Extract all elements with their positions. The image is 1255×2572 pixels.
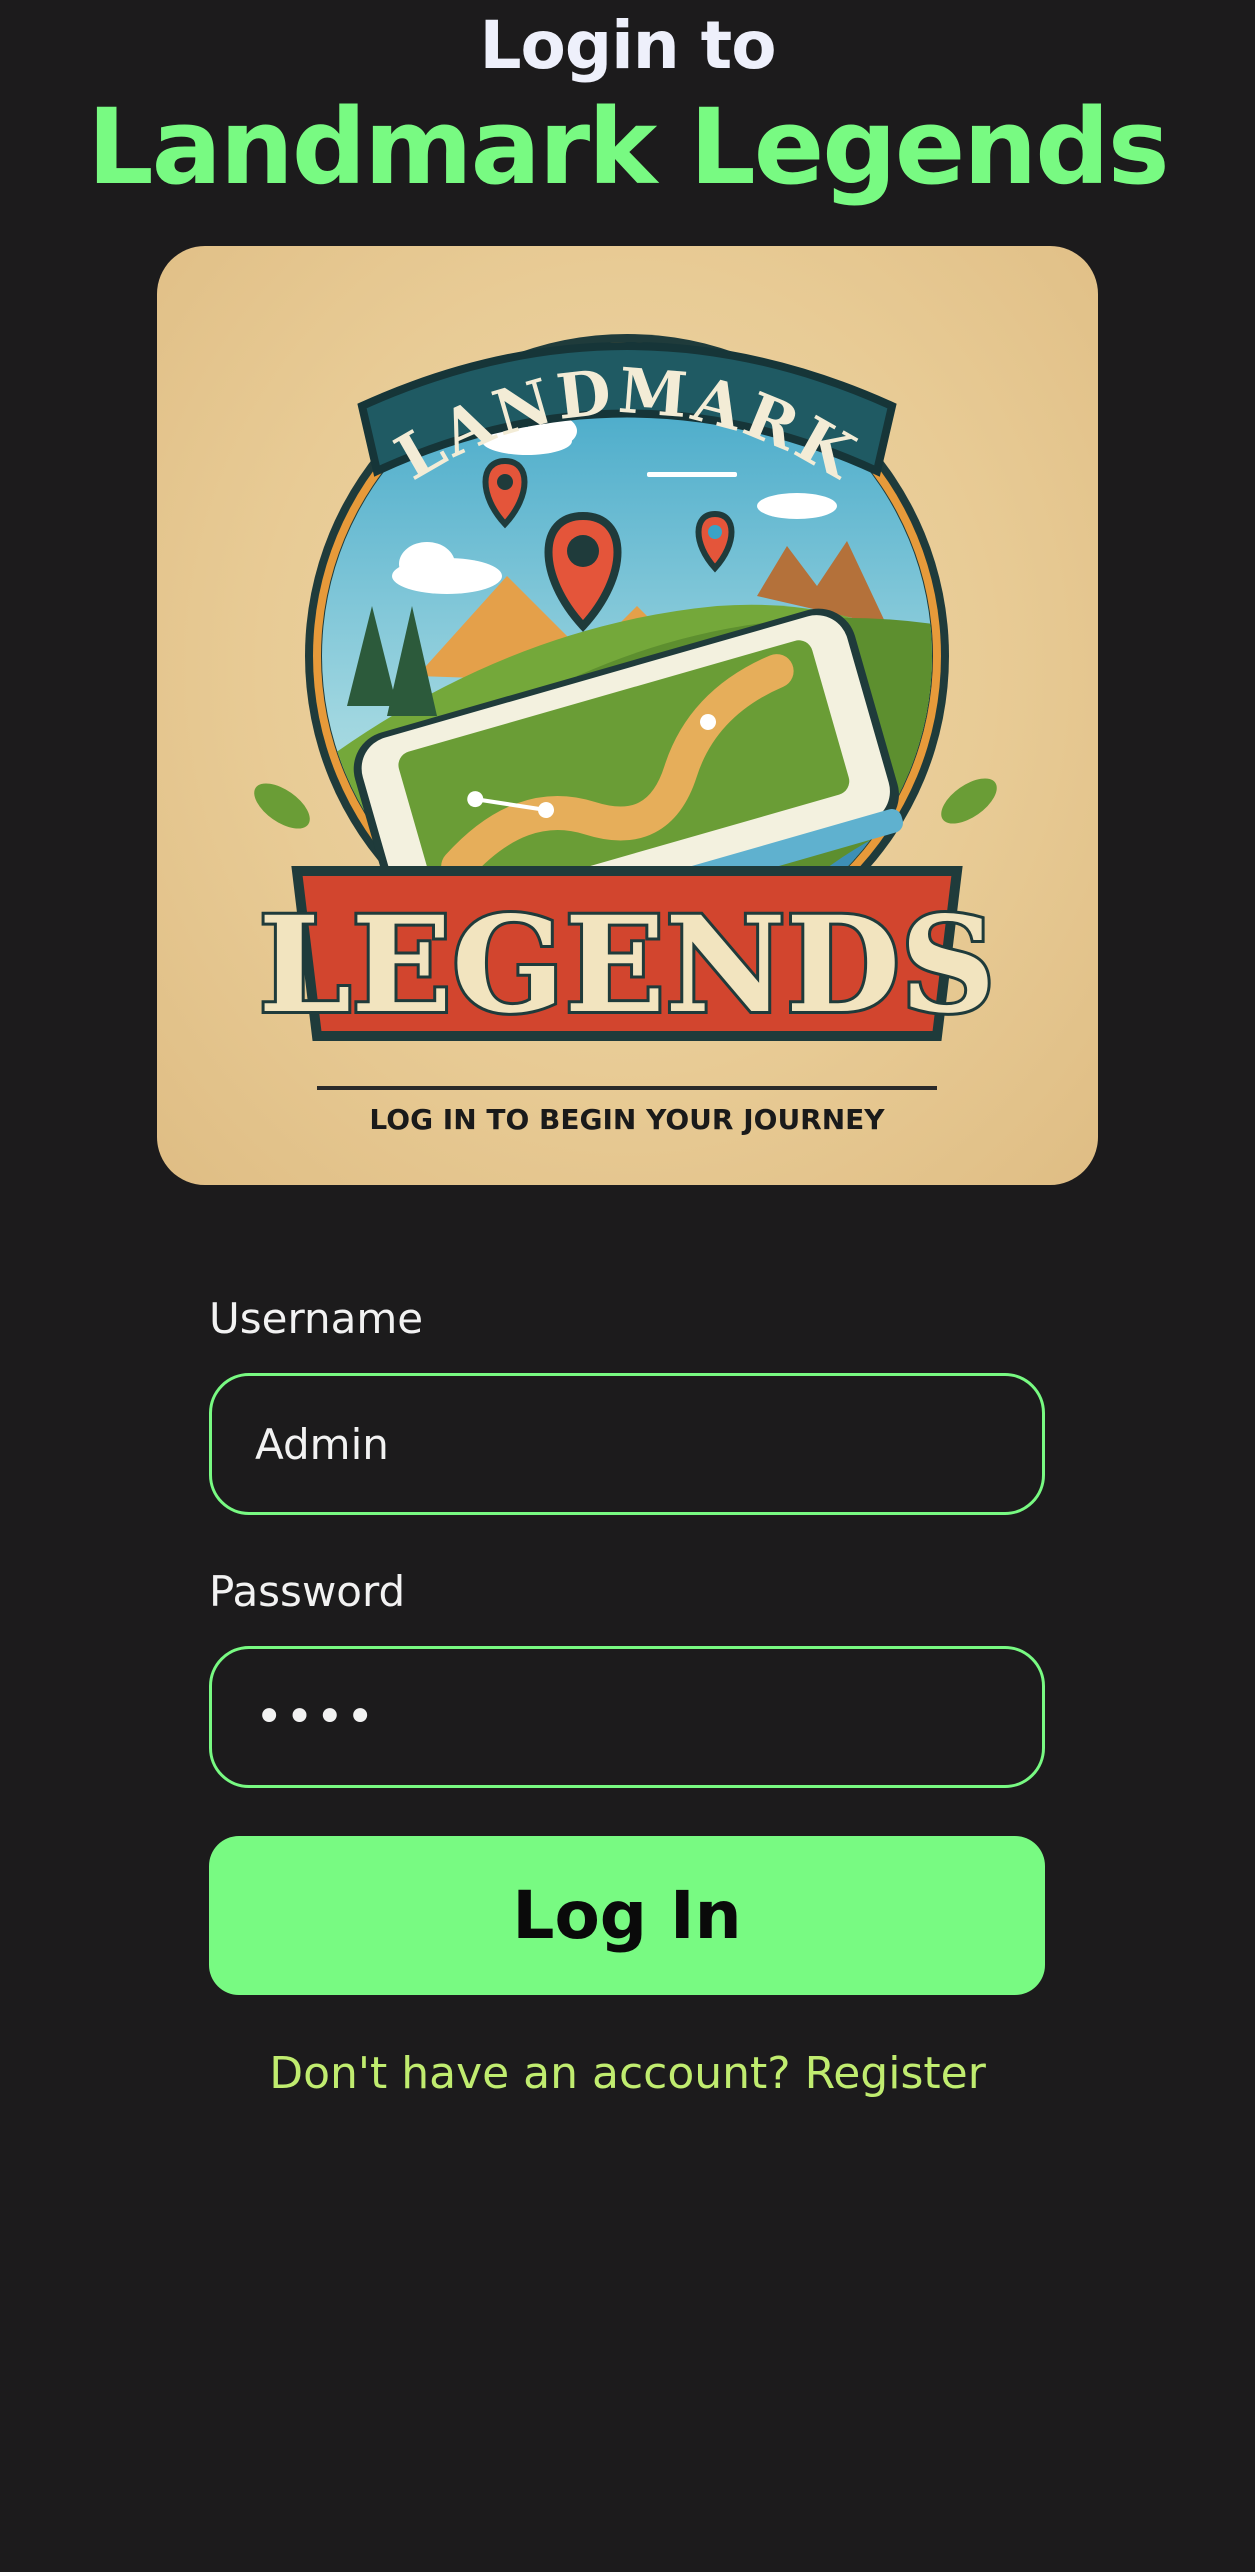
login-page: Login to Landmark Legends LANDMARK LEGEN… [0,0,1255,2572]
app-logo: LANDMARK LEGENDS LOG IN TO BEGIN YOUR JO… [157,246,1098,1185]
logo-tagline: LOG IN TO BEGIN YOUR JOURNEY [369,1103,885,1136]
page-subtitle: Login to [479,7,776,84]
logo-banner-text: LEGENDS [258,888,995,1043]
logo-illustration: LANDMARK LEGENDS LOG IN TO BEGIN YOUR JO… [254,334,999,1136]
password-label: Password [209,1567,406,1616]
username-input[interactable] [209,1373,1045,1515]
password-input[interactable] [209,1646,1045,1788]
username-label: Username [209,1294,424,1343]
login-button[interactable]: Log In [209,1836,1045,1995]
register-link[interactable]: Don't have an account? Register [0,2044,1255,2104]
app-title: Landmark Legends [87,86,1169,208]
